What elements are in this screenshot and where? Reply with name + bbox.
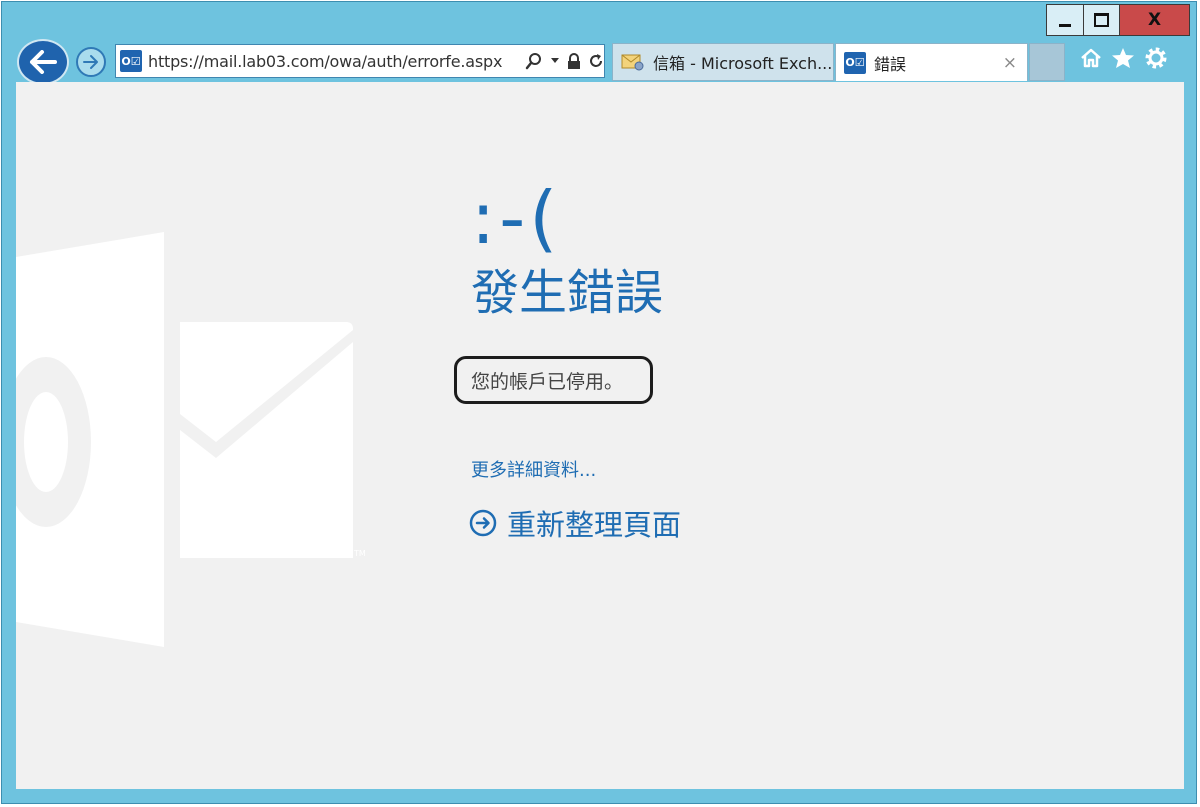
trademark-mark: TM xyxy=(353,549,366,558)
close-icon: X xyxy=(1147,10,1162,30)
tab-error[interactable]: O☑ 錯誤 × xyxy=(835,43,1028,81)
mail-settings-icon xyxy=(621,54,644,71)
minimize-button[interactable] xyxy=(1047,5,1083,35)
error-message: 您的帳戶已停用。 xyxy=(471,370,624,393)
tab-close-icon[interactable]: × xyxy=(1003,53,1017,73)
browser-tools xyxy=(1080,46,1168,70)
arrow-circle-right-icon xyxy=(469,509,497,537)
close-window-button[interactable]: X xyxy=(1119,5,1189,35)
home-icon[interactable] xyxy=(1080,48,1102,68)
refresh-icon[interactable] xyxy=(588,53,604,69)
gear-icon[interactable] xyxy=(1144,46,1168,70)
outlook-watermark-logo: TM xyxy=(16,232,366,647)
error-message-highlight: 您的帳戶已停用。 xyxy=(454,356,653,404)
minimize-icon xyxy=(1059,23,1071,27)
sad-emoticon: :-( xyxy=(471,176,562,260)
more-details-link[interactable]: 更多詳細資料... xyxy=(471,456,596,482)
window-controls: X xyxy=(1046,4,1190,36)
chevron-down-icon[interactable] xyxy=(550,57,560,65)
maximize-icon xyxy=(1094,13,1109,27)
new-tab-button[interactable] xyxy=(1029,43,1065,81)
outlook-icon: O☑ xyxy=(120,50,142,72)
lock-icon[interactable] xyxy=(567,52,581,70)
favorites-star-icon[interactable] xyxy=(1111,47,1135,69)
search-icon[interactable] xyxy=(525,52,543,70)
back-arrow-icon xyxy=(30,50,57,74)
forward-arrow-icon xyxy=(83,55,98,69)
refresh-page-label: 重新整理頁面 xyxy=(507,508,682,542)
refresh-page-link[interactable]: 重新整理頁面 xyxy=(469,502,681,544)
tab-label: 信箱 - Microsoft Exch... xyxy=(653,54,833,73)
back-button[interactable] xyxy=(17,39,69,85)
outlook-icon: O☑ xyxy=(844,51,866,74)
tab-label: 錯誤 xyxy=(874,54,907,74)
page-title: 發生錯誤 xyxy=(471,265,664,321)
maximize-button[interactable] xyxy=(1083,5,1119,35)
tab-mailbox[interactable]: 信箱 - Microsoft Exch... xyxy=(612,43,834,81)
browser-window: X O☑ https://mail.lab03.com/owa/auth/err… xyxy=(1,1,1197,804)
page-content: TM :-( 發生錯誤 您的帳戶已停用。 更多詳細資料... 重新整理頁面 xyxy=(16,82,1184,789)
address-bar[interactable]: O☑ https://mail.lab03.com/owa/auth/error… xyxy=(115,44,605,78)
url-field[interactable]: https://mail.lab03.com/owa/auth/errorfe.… xyxy=(148,52,521,71)
forward-button[interactable] xyxy=(76,47,106,77)
